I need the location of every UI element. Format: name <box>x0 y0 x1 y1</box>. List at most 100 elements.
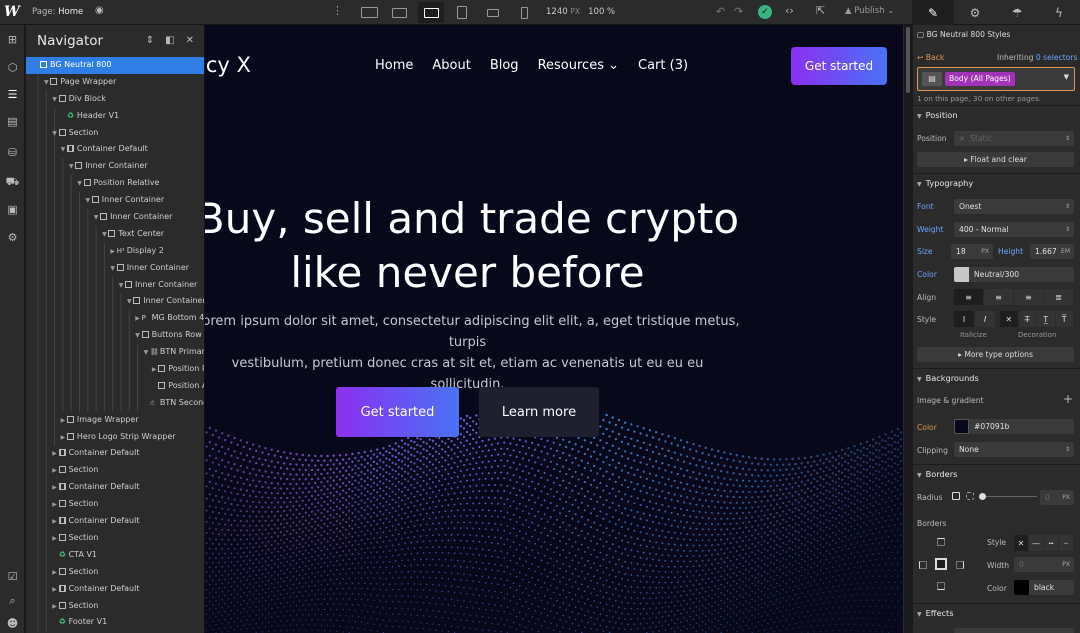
caret-right-icon[interactable]: ▶ <box>59 430 67 447</box>
navigator-item[interactable]: ▼ Position Relative <box>26 175 204 193</box>
border-none-icon[interactable]: ✕ <box>1014 535 1029 551</box>
navigator-item[interactable]: ▼ Inner Container <box>26 158 204 176</box>
navigator-item[interactable]: ▼ Inner Container <box>26 277 204 295</box>
publish-button[interactable]: ▲ Publish ⌄ <box>845 6 894 16</box>
caret-down-icon[interactable]: ▼ <box>92 210 100 227</box>
navigator-item[interactable]: ▼ Page Wrapper <box>26 74 204 92</box>
caret-down-icon[interactable]: ▼ <box>125 294 133 311</box>
radius-input[interactable]: 0 PX <box>1040 490 1074 505</box>
header-get-started-button[interactable]: Get started <box>791 47 887 85</box>
nav-link-cart[interactable]: Cart (3) <box>638 58 688 73</box>
caret-right-icon[interactable]: ▶ <box>51 531 59 548</box>
border-right-icon[interactable] <box>956 561 964 569</box>
tab-interactions[interactable]: ϟ <box>1038 0 1080 25</box>
strikethrough-icon[interactable]: T̶ <box>1019 311 1037 327</box>
font-select[interactable]: Onest ⇕ <box>954 199 1074 214</box>
section-borders[interactable]: ▼ Borders <box>913 464 1080 482</box>
class-selector-field[interactable]: ▤ Body (All Pages) ▼ <box>917 67 1075 91</box>
caret-right-icon[interactable]: ▶ <box>51 514 59 531</box>
effects-field[interactable] <box>954 628 1074 633</box>
selectors-count-link[interactable]: 0 selectors <box>1036 53 1078 62</box>
navigator-item[interactable]: ▶PMG Bottom 48px <box>26 310 204 328</box>
weight-select[interactable]: 400 - Normal ⇕ <box>954 222 1074 237</box>
overline-icon[interactable]: T̅ <box>1056 311 1074 327</box>
tab-style[interactable]: ✎ <box>912 0 954 25</box>
caret-right-icon[interactable]: ▶ <box>134 311 142 328</box>
navigator-item[interactable]: ♻ Header V1 <box>26 108 204 125</box>
italic-icon[interactable]: I <box>975 311 996 327</box>
hero-get-started-button[interactable]: Get started <box>336 387 459 437</box>
caret-down-icon[interactable]: ▼ <box>42 75 50 92</box>
caret-down-icon[interactable]: ▼ <box>51 126 59 143</box>
page-selector[interactable]: Page: Home <box>32 7 83 17</box>
caret-down-icon[interactable]: ▼ <box>117 278 125 295</box>
border-left-icon[interactable] <box>919 561 927 569</box>
navigator-item[interactable]: ▼ Section <box>26 125 204 143</box>
navigator-item[interactable]: ▶ Container Default <box>26 581 204 599</box>
caret-right-icon[interactable]: ▶ <box>51 446 59 463</box>
nav-link-about[interactable]: About <box>432 58 470 73</box>
settings-icon[interactable]: ⚙ <box>4 229 21 246</box>
navigator-item[interactable]: Position Absolute <box>26 378 204 395</box>
components-icon[interactable]: ⬡ <box>4 59 21 76</box>
clipping-select[interactable]: None ⇕ <box>954 442 1074 457</box>
ecommerce-cart-icon[interactable]: ⛟ <box>4 174 21 191</box>
chevron-down-icon[interactable]: ▼ <box>1064 73 1069 81</box>
navigator-item[interactable]: ▶ Container Default <box>26 445 204 463</box>
audit-check-icon[interactable]: ☑ <box>4 568 21 585</box>
align-center-icon[interactable]: ≡ <box>984 289 1014 305</box>
text-color-field[interactable]: Neutral/300 <box>954 267 1074 282</box>
preview-eye-icon[interactable]: ◉ <box>95 5 104 16</box>
collaborators-icon[interactable]: ☻ <box>4 615 21 632</box>
close-icon[interactable]: ✕ <box>186 35 194 46</box>
nav-link-blog[interactable]: Blog <box>490 58 519 73</box>
cms-icon[interactable]: ⛁ <box>4 144 21 161</box>
navigator-item[interactable]: ▶ Section <box>26 462 204 479</box>
caret-right-icon[interactable]: ▶ <box>51 480 59 497</box>
section-backgrounds[interactable]: ▼ Backgrounds <box>913 368 1080 386</box>
navigator-item[interactable]: BG Neutral 800 <box>26 57 204 74</box>
caret-down-icon[interactable]: ▼ <box>134 328 142 345</box>
search-icon[interactable]: ⌕ <box>4 592 21 609</box>
navigator-item[interactable]: ▶ Container Default <box>26 479 204 497</box>
caret-right-icon[interactable]: ▶ <box>51 582 59 599</box>
navigator-item[interactable]: ▶ Section <box>26 530 204 548</box>
navigator-item[interactable]: ▼ Text Center <box>26 226 204 243</box>
breakpoint-desktop-medium-button[interactable] <box>386 2 412 23</box>
border-width-input[interactable]: 0 PX <box>1014 557 1074 572</box>
navigator-icon[interactable]: ☰ <box>4 86 21 103</box>
navigator-item[interactable]: ▶ Section <box>26 598 204 615</box>
navigator-item[interactable]: ▼ Container Default <box>26 141 204 159</box>
navigator-item[interactable]: ▶ Section <box>26 496 204 513</box>
no-decoration-icon[interactable]: ✕ <box>1000 311 1019 327</box>
tab-style-manager[interactable]: ☂ <box>996 0 1038 25</box>
radius-individual-icon[interactable] <box>966 492 974 500</box>
line-height-input[interactable]: 1.667 EM <box>1030 244 1074 259</box>
undo-icon[interactable]: ↶ <box>716 5 725 18</box>
dock-icon[interactable]: ◧ <box>165 35 174 46</box>
code-export-icon[interactable]: ‹› <box>785 4 794 17</box>
breakpoint-desktop-large-button[interactable] <box>356 2 382 23</box>
roman-icon[interactable]: I <box>954 311 975 327</box>
navigator-item[interactable]: ▼ Div Block <box>26 91 204 108</box>
caret-down-icon[interactable]: ▼ <box>67 159 75 176</box>
navigator-item[interactable]: ▼ Inner Container <box>26 192 204 210</box>
radius-slider-track[interactable] <box>979 496 1037 497</box>
border-dashed-icon[interactable]: ┅ <box>1044 535 1059 551</box>
border-dotted-icon[interactable]: ┈ <box>1059 535 1074 551</box>
navigator-item[interactable]: ▼ ⛓BTN Primary <box>26 344 204 361</box>
caret-down-icon[interactable]: ▼ <box>59 142 67 159</box>
navigator-item[interactable]: ▶ Image Wrapper <box>26 412 204 429</box>
section-position[interactable]: ▼ Position <box>913 105 1080 123</box>
more-type-options-button[interactable]: ▸ More type options <box>917 347 1074 362</box>
caret-down-icon[interactable]: ▼ <box>84 193 92 210</box>
add-elements-icon[interactable]: ⊞ <box>4 31 21 48</box>
caret-down-icon[interactable]: ▼ <box>76 176 84 193</box>
navigator-item[interactable]: ▶ H¹ Display 2 <box>26 243 204 260</box>
navigator-item[interactable]: ♻ Footer V1 <box>26 614 204 631</box>
underline-icon[interactable]: T̲ <box>1037 311 1056 327</box>
breakpoint-mobile-portrait-button[interactable] <box>511 2 537 23</box>
align-justify-icon[interactable]: ≣ <box>1044 289 1074 305</box>
webflow-logo[interactable]: W <box>4 4 21 21</box>
share-icon[interactable]: ⇱ <box>816 4 825 17</box>
